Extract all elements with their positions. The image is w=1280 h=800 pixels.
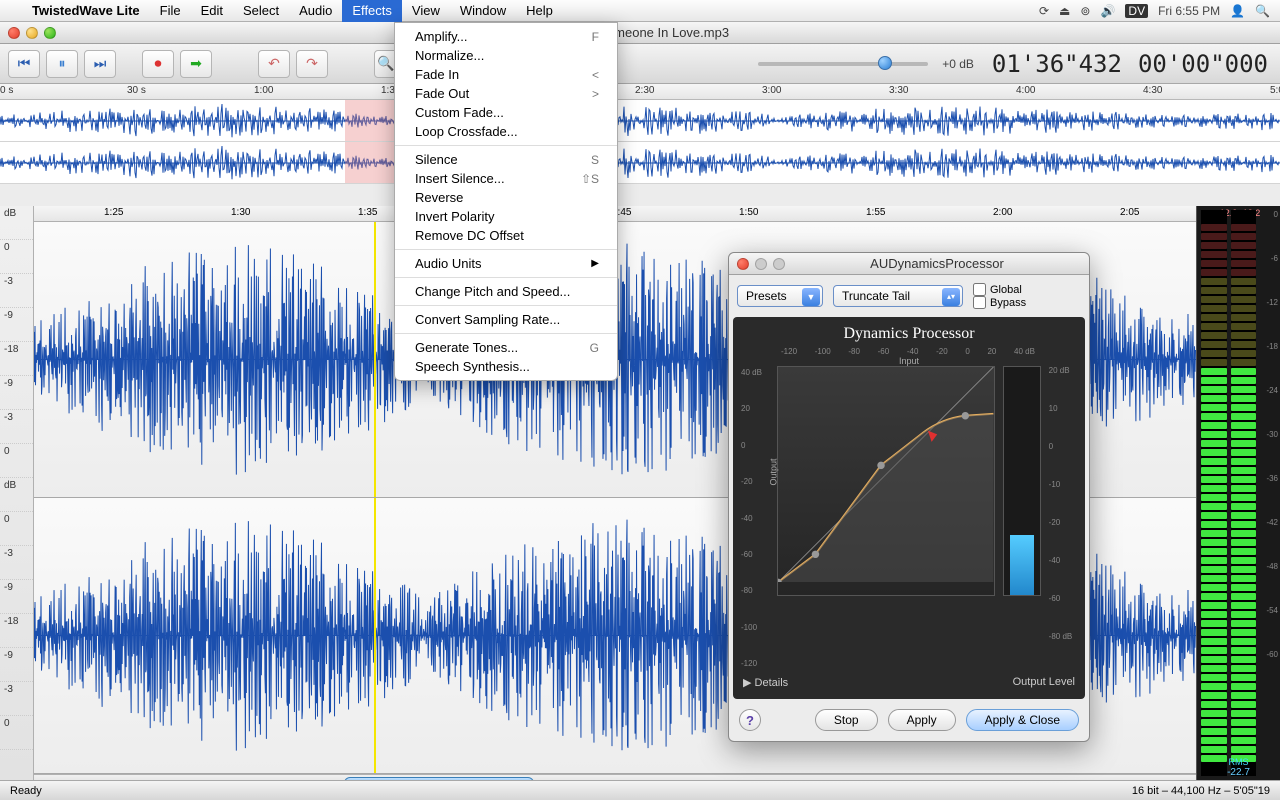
- effects-menu-dropdown: Amplify...FNormalize...Fade In<Fade Out>…: [394, 22, 618, 381]
- menu-item-reverse[interactable]: Reverse: [395, 188, 617, 207]
- global-checkbox[interactable]: Global: [973, 283, 1026, 296]
- output-meter: [1003, 366, 1041, 596]
- timecode-duration: 00'00"000: [1138, 50, 1268, 78]
- overview-selection-r[interactable]: [345, 142, 400, 183]
- pause-button[interactable]: ⏸: [46, 50, 78, 78]
- details-toggle[interactable]: ▶ Details: [743, 676, 788, 689]
- stop-button[interactable]: Stop: [815, 709, 878, 731]
- help-button[interactable]: ?: [739, 709, 761, 731]
- redo-button[interactable]: ↷: [296, 50, 328, 78]
- dynamics-graph[interactable]: Output: [777, 366, 994, 596]
- menu-item-fade-in[interactable]: Fade In<: [395, 65, 617, 84]
- menu-effects[interactable]: Effects: [342, 0, 402, 22]
- bypass-checkbox[interactable]: Bypass: [973, 296, 1026, 309]
- record-button[interactable]: ⏺: [142, 50, 174, 78]
- playhead-r[interactable]: [374, 498, 376, 773]
- menu-item-audio-units[interactable]: Audio Units▶: [395, 254, 617, 273]
- window-title: omeone In Love.mp3: [56, 25, 1280, 40]
- wifi-icon[interactable]: ⊚: [1080, 4, 1090, 18]
- eject-icon[interactable]: ⏏: [1059, 4, 1070, 18]
- apply-button[interactable]: Apply: [888, 709, 956, 731]
- menu-item-change-pitch-and-speed-[interactable]: Change Pitch and Speed...: [395, 282, 617, 301]
- plugin-close-button[interactable]: [737, 258, 749, 270]
- level-meter: -12.3 -12.2 0-6-12-18-24-30-36-42-48-54-…: [1196, 206, 1280, 780]
- clock[interactable]: Fri 6:55 PM: [1158, 4, 1220, 18]
- menu-select[interactable]: Select: [233, 0, 289, 22]
- overview-channel-left[interactable]: [0, 100, 1280, 142]
- menu-audio[interactable]: Audio: [289, 0, 342, 22]
- play-button[interactable]: ➡: [180, 50, 212, 78]
- plugin-minimize-button: [755, 258, 767, 270]
- menu-file[interactable]: File: [150, 0, 191, 22]
- menu-item-custom-fade-[interactable]: Custom Fade...: [395, 103, 617, 122]
- app-name[interactable]: TwistedWave Lite: [22, 3, 150, 18]
- plugin-title: AUDynamicsProcessor: [785, 256, 1089, 271]
- overview-waveform[interactable]: 0 s30 s1:001:302:002:303:003:304:004:305…: [0, 84, 1280, 184]
- zoom-button[interactable]: [44, 27, 56, 39]
- rewind-button[interactable]: ⏮: [8, 50, 40, 78]
- menu-item-invert-polarity[interactable]: Invert Polarity: [395, 207, 617, 226]
- spotlight-icon[interactable]: 🔍: [1255, 4, 1270, 18]
- tail-dropdown[interactable]: Truncate Tail▴▾: [833, 285, 963, 307]
- output-level-label: Output Level: [1013, 676, 1075, 689]
- menu-item-amplify-[interactable]: Amplify...F: [395, 27, 617, 46]
- playhead[interactable]: [374, 222, 376, 497]
- close-button[interactable]: [8, 27, 20, 39]
- status-ready: Ready: [10, 785, 42, 797]
- overview-ruler[interactable]: 0 s30 s1:001:302:002:303:003:304:004:305…: [0, 84, 1280, 100]
- fastforward-button[interactable]: ⏭: [84, 50, 116, 78]
- status-info: 16 bit – 44,100 Hz – 5'05"19: [1132, 785, 1270, 797]
- overview-selection[interactable]: [345, 100, 400, 141]
- user-icon[interactable]: 👤: [1230, 4, 1245, 18]
- menu-edit[interactable]: Edit: [191, 0, 233, 22]
- menu-item-insert-silence-[interactable]: Insert Silence...⇧S: [395, 169, 617, 188]
- apply-close-button[interactable]: Apply & Close: [966, 709, 1079, 731]
- menu-item-generate-tones-[interactable]: Generate Tones...G: [395, 338, 617, 357]
- plugin-window[interactable]: AUDynamicsProcessor Presets▼ Truncate Ta…: [728, 252, 1090, 742]
- presets-dropdown[interactable]: Presets▼: [737, 285, 823, 307]
- menubar-right: ⟳ ⏏ ⊚ 🔊 DV Fri 6:55 PM 👤 🔍: [1039, 4, 1280, 18]
- menu-item-speech-synthesis-[interactable]: Speech Synthesis...: [395, 357, 617, 376]
- volume-icon[interactable]: 🔊: [1100, 4, 1115, 18]
- window-titlebar[interactable]: omeone In Love.mp3: [0, 22, 1280, 44]
- menu-item-normalize-[interactable]: Normalize...: [395, 46, 617, 65]
- menu-item-silence[interactable]: SilenceS: [395, 150, 617, 169]
- menu-item-loop-crossfade-[interactable]: Loop Crossfade...: [395, 122, 617, 141]
- menu-item-fade-out[interactable]: Fade Out>: [395, 84, 617, 103]
- toolbar: ⏮ ⏸ ⏭ ⏺ ➡ ↶ ↷ 🔍+ +0 dB 01'36"432 00'00"0…: [0, 44, 1280, 84]
- undo-button[interactable]: ↶: [258, 50, 290, 78]
- timecode-current: 01'36"432: [992, 50, 1122, 78]
- db-gutter: dB0-3-9-18-9-30dB0-3-9-18-9-30: [0, 206, 34, 780]
- menu-item-convert-sampling-rate-[interactable]: Convert Sampling Rate...: [395, 310, 617, 329]
- volume-slider[interactable]: [758, 62, 928, 66]
- volume-db-label: +0 dB: [942, 57, 974, 71]
- plugin-titlebar[interactable]: AUDynamicsProcessor: [729, 253, 1089, 275]
- plugin-zoom-button: [773, 258, 785, 270]
- menu-item-remove-dc-offset[interactable]: Remove DC Offset: [395, 226, 617, 245]
- sync-icon[interactable]: ⟳: [1039, 4, 1049, 18]
- rms-label: RMS: [1197, 757, 1280, 767]
- menu-help[interactable]: Help: [516, 0, 563, 22]
- menu-window[interactable]: Window: [450, 0, 516, 22]
- overview-channel-right[interactable]: [0, 142, 1280, 184]
- minimize-button[interactable]: [26, 27, 38, 39]
- statusbar: Ready 16 bit – 44,100 Hz – 5'05"19: [0, 780, 1280, 800]
- dv-badge[interactable]: DV: [1125, 4, 1148, 18]
- menu-view[interactable]: View: [402, 0, 450, 22]
- rms-value: -22.7: [1197, 767, 1280, 778]
- plugin-heading: Dynamics Processor: [741, 325, 1077, 343]
- menubar: TwistedWave Lite File Edit Select Audio …: [0, 0, 1280, 22]
